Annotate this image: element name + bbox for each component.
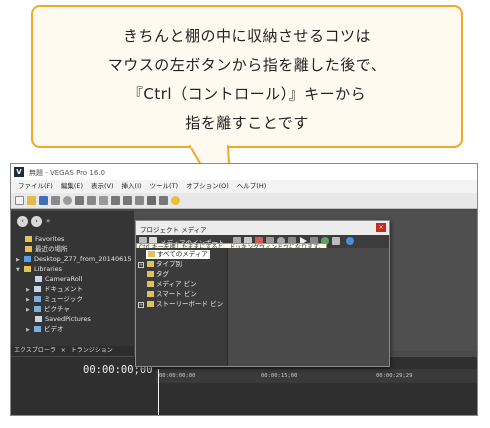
paste-icon[interactable] — [99, 196, 108, 205]
project-media-toolbar: メディアのインポート... Ctrl キーを押したままにすると、ドッキングウィン… — [136, 235, 389, 253]
panel-tabs: エクスプローラ × トランジション — [11, 346, 134, 356]
media-tree-item-smart-bins[interactable]: スマート ビン — [147, 290, 197, 299]
project-media-title: プロジェクト メディア — [140, 226, 207, 234]
explorer-item-recent[interactable]: 最近の場所 — [25, 244, 68, 254]
undo-icon[interactable] — [111, 196, 120, 205]
explorer-panel: ‹ › » Favorites 最近の場所 ▶ Desktop_Z77_from_… — [11, 211, 134, 356]
envelope-tool-icon[interactable] — [159, 196, 168, 205]
folder-icon — [35, 276, 42, 282]
back-icon[interactable]: ‹ — [17, 216, 28, 227]
explorer-item-documents[interactable]: ▶ ドキュメント — [26, 284, 83, 294]
pictures-icon — [34, 306, 41, 312]
expander-icon[interactable]: + — [138, 262, 144, 268]
callout-line: 指を離すことです — [185, 114, 309, 132]
copy-icon[interactable] — [87, 196, 96, 205]
media-tree-item-media-bins[interactable]: メディア ビン — [147, 280, 197, 289]
explorer-item-savedpictures[interactable]: SavedPictures — [35, 314, 91, 324]
folder-icon — [25, 246, 32, 252]
playhead-cursor[interactable] — [158, 369, 159, 415]
menu-options[interactable]: オプション(O) — [182, 180, 233, 193]
expander-icon[interactable]: + — [138, 302, 144, 308]
explorer-item-favorites[interactable]: Favorites — [25, 234, 64, 244]
media-bin-tree: すべてのメディア + タイプ別 タグ メディア ビン スマート ビン + ストーリー… — [136, 248, 228, 366]
folder-icon — [147, 281, 154, 287]
menu-help[interactable]: ヘルプ(H) — [233, 180, 270, 193]
explorer-item-desktop[interactable]: ▶ Desktop_Z77_from_20140615 — [16, 254, 132, 264]
media-tree-item-by-type[interactable]: + タイプ別 — [138, 260, 182, 269]
forward-icon[interactable]: › — [31, 216, 42, 227]
more-icon[interactable]: » — [46, 217, 50, 225]
help-icon[interactable] — [171, 196, 180, 205]
folder-icon — [147, 271, 154, 277]
folder-icon — [147, 301, 154, 307]
collapse-arrow-icon[interactable]: ▼ — [16, 265, 24, 275]
edit-tool-icon[interactable] — [147, 196, 156, 205]
folder-icon — [35, 316, 42, 322]
save-icon[interactable] — [39, 196, 48, 205]
menu-tools[interactable]: ツール(T) — [146, 180, 183, 193]
media-tree-item-storyboard-bins[interactable]: + ストーリーボード ビン — [138, 300, 223, 309]
open-folder-icon[interactable] — [27, 196, 36, 205]
zoom-icon[interactable] — [346, 237, 354, 245]
ruler-label: 00:00:15;00 — [261, 373, 298, 379]
explorer-item-music[interactable]: ▶ ミュージック — [26, 294, 83, 304]
callout-line: 『Ctrl（コントロール）』キーから — [127, 85, 367, 103]
music-icon — [34, 296, 41, 302]
library-icon — [24, 266, 31, 272]
menu-file[interactable]: ファイル(F) — [14, 180, 57, 193]
tab-transitions[interactable]: トランジション — [71, 347, 113, 354]
menu-edit[interactable]: 編集(E) — [57, 180, 87, 193]
expand-arrow-icon[interactable]: ▶ — [26, 325, 34, 335]
view-options-icon[interactable] — [332, 237, 340, 245]
snap-icon[interactable] — [135, 196, 144, 205]
main-toolbar — [11, 193, 477, 209]
render-icon[interactable] — [51, 196, 60, 205]
vegas-logo-icon: V — [14, 167, 24, 177]
folder-icon — [148, 251, 155, 257]
folder-icon — [25, 236, 32, 242]
ruler-label: 00:00:29;29 — [376, 373, 413, 379]
close-icon[interactable]: × — [376, 223, 386, 232]
callout-line: マウスの左ボタンから指を離した後で、 — [107, 56, 387, 74]
explorer-item-videos[interactable]: ▶ ビデオ — [26, 324, 64, 334]
documents-icon — [34, 286, 41, 292]
explorer-item-cameraroll[interactable]: CameraRoll — [35, 274, 82, 284]
media-tree-item-tags[interactable]: タグ — [147, 270, 169, 279]
tab-explorer[interactable]: エクスプローラ — [14, 347, 56, 354]
videos-icon — [34, 326, 41, 332]
media-tree-item-all[interactable]: すべてのメディア — [146, 250, 210, 259]
explorer-item-libraries[interactable]: ▼ Libraries — [16, 264, 62, 274]
callout-text: きちんと棚の中に収納させるコツは マウスの左ボタンから指を離した後で、 『Ctr… — [31, 22, 463, 138]
vegas-screenshot: V 無題 - VEGAS Pro 16.0 ファイル(F) 編集(E) 表示(V… — [10, 163, 478, 416]
menu-insert[interactable]: 挿入(I) — [118, 180, 146, 193]
app-titlebar: V 無題 - VEGAS Pro 16.0 — [11, 164, 477, 180]
project-media-window[interactable]: プロジェクト メディア × メディアのインポート... Ctrl キーを押したま… — [135, 220, 390, 367]
tab-close-icon[interactable]: × — [61, 347, 66, 354]
explorer-item-pictures[interactable]: ▶ ピクチャ — [26, 304, 70, 314]
expand-arrow-icon[interactable]: ▶ — [26, 305, 34, 315]
cut-icon[interactable] — [75, 196, 84, 205]
folder-icon — [147, 261, 154, 267]
project-media-titlebar[interactable]: プロジェクト メディア × — [136, 221, 389, 235]
settings-icon[interactable] — [63, 196, 72, 205]
folder-icon — [147, 291, 154, 297]
desktop-icon — [24, 256, 31, 262]
callout-line: きちんと棚の中に収納させるコツは — [122, 27, 371, 45]
project-media-body: すべてのメディア + タイプ別 タグ メディア ビン スマート ビン + ストーリー… — [136, 248, 389, 366]
menu-view[interactable]: 表示(V) — [87, 180, 118, 193]
menu-bar: ファイル(F) 編集(E) 表示(V) 挿入(I) ツール(T) オプション(O… — [11, 180, 477, 193]
ruler-label: 00:00:00;00 — [159, 373, 196, 379]
app-title: 無題 - VEGAS Pro 16.0 — [29, 169, 105, 177]
time-ruler[interactable]: 00:00:00;00 00:00:15;00 00:00:29;29 — [156, 369, 477, 383]
redo-icon[interactable] — [123, 196, 132, 205]
new-file-icon[interactable] — [15, 196, 24, 205]
